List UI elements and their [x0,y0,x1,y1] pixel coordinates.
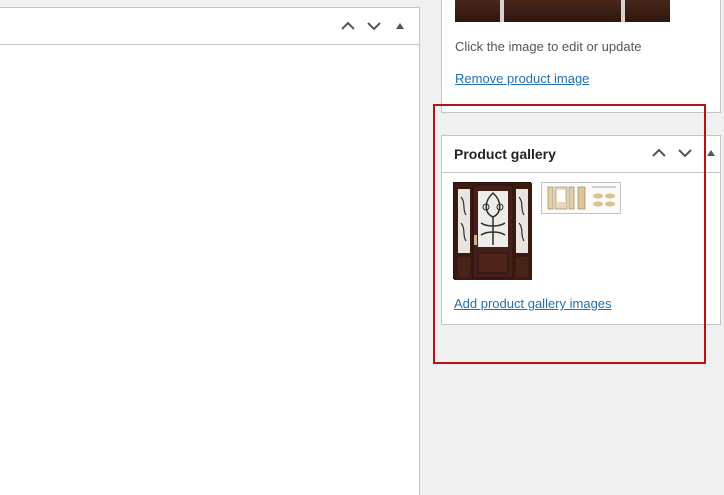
toggle-panel-button[interactable] [387,14,413,38]
door-options-illustration [547,186,616,210]
triangle-up-icon [396,23,404,29]
door-illustration [454,183,532,280]
gallery-toggle-button[interactable] [698,141,724,165]
product-gallery-box: Product gallery Add product gallery imag… [441,135,721,325]
product-image-thumbnail[interactable] [455,0,670,22]
move-up-button[interactable] [335,14,361,38]
chevron-up-icon [341,21,355,30]
gallery-controls [646,141,724,165]
gallery-image-door[interactable] [453,182,532,280]
gallery-image-door-options[interactable] [541,182,621,214]
main-editor-panel [0,7,420,495]
gallery-title: Product gallery [454,146,556,162]
product-image-box: Click the image to edit or update Remove… [441,0,721,113]
gallery-move-down-button[interactable] [672,141,698,165]
chevron-down-icon [367,22,381,31]
add-gallery-images-link[interactable]: Add product gallery images [454,296,612,311]
move-down-button[interactable] [361,14,387,38]
gallery-header: Product gallery [442,136,720,173]
main-panel-controls [335,14,413,38]
remove-product-image-link[interactable]: Remove product image [455,71,589,86]
image-help-text: Click the image to edit or update [455,39,642,54]
chevron-up-icon [652,148,666,157]
triangle-up-icon [707,150,715,156]
gallery-move-up-button[interactable] [646,141,672,165]
chevron-down-icon [678,149,692,158]
main-panel-header [0,8,419,45]
